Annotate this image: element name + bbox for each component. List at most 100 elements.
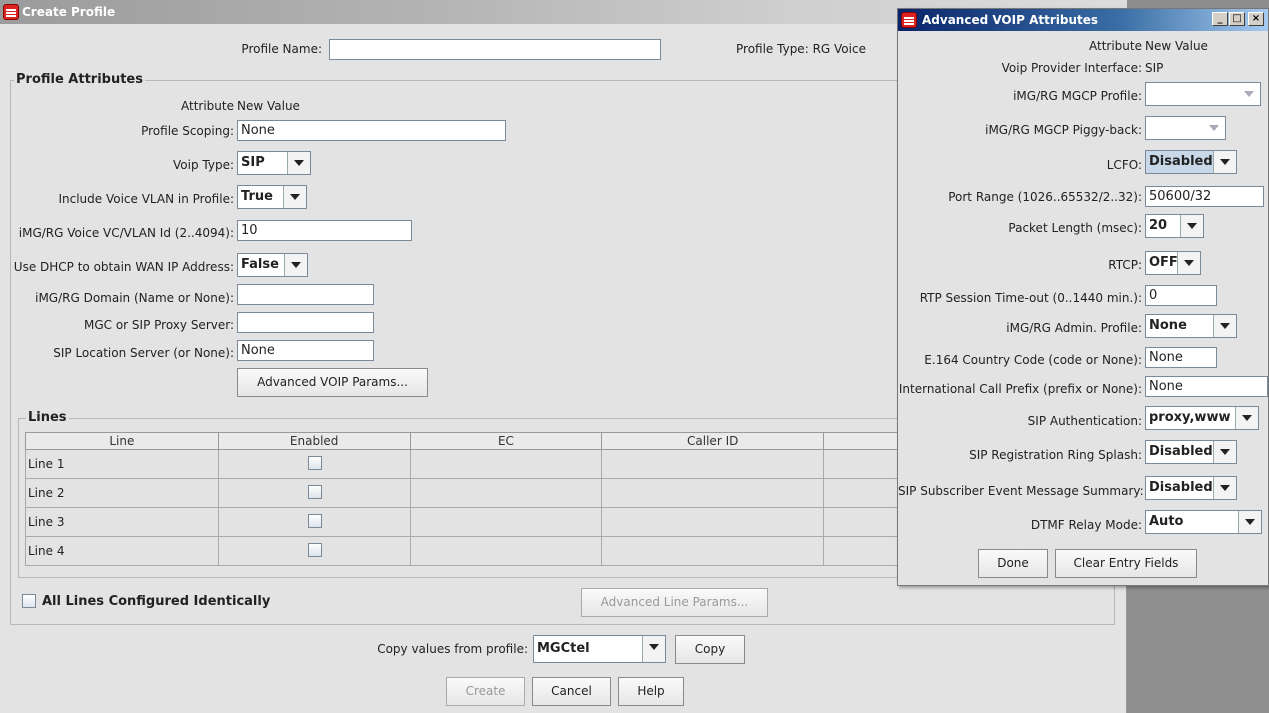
create-button[interactable]: Create [446,677,525,706]
window-title: Create Profile [22,5,116,19]
mgcp-profile-select[interactable] [1145,82,1261,106]
line-caller-id-cell[interactable] [601,449,825,479]
admin-profile-label: iMG/RG Admin. Profile: [1006,321,1142,335]
column-header-enabled[interactable]: Enabled [217,432,411,450]
copy-profile-select[interactable]: MGCtel [533,635,666,663]
line-caller-id-cell[interactable] [601,536,825,566]
country-code-label: E.164 Country Code (code or None): [924,353,1142,367]
chevron-down-icon[interactable] [1180,215,1203,237]
intl-prefix-label: International Call Prefix (prefix or Non… [898,382,1142,396]
event-summary-select[interactable]: Disabled [1145,476,1237,500]
dtmf-select[interactable]: Auto [1145,510,1262,534]
line-name: Line 1 [25,449,219,479]
event-summary-label: SIP Subscriber Event Message Summary: [898,484,1144,498]
table-row[interactable]: Line 1 [25,449,905,479]
line-extra-cell[interactable] [823,478,905,508]
adv-header-new-value: New Value [1145,39,1208,53]
chevron-down-icon[interactable] [1237,83,1260,105]
vc-vlan-id-input[interactable]: 10 [237,220,412,241]
sip-auth-label: SIP Authentication: [1027,414,1142,428]
voice-vlan-label: Include Voice VLAN in Profile: [58,192,234,206]
line-extra-cell[interactable] [823,449,905,479]
chevron-down-icon[interactable] [1213,441,1236,463]
table-row[interactable]: Line 3 [25,507,905,537]
line-enabled-checkbox[interactable] [308,455,323,470]
table-row[interactable]: Line 2 [25,478,905,508]
line-enabled-checkbox[interactable] [308,484,323,499]
packet-length-select[interactable]: 20 [1145,214,1204,238]
ring-splash-select[interactable]: Disabled [1145,440,1237,464]
chevron-down-icon[interactable] [1235,407,1258,429]
voip-type-label: Voip Type: [173,158,234,172]
line-ec-cell[interactable] [409,449,603,479]
chevron-down-icon[interactable] [1213,151,1236,173]
profile-name-input[interactable] [329,39,661,60]
advanced-voip-params-button[interactable]: Advanced VOIP Params... [237,368,428,397]
line-enabled-checkbox[interactable] [308,542,323,557]
chevron-down-icon[interactable] [1238,511,1261,533]
copy-button[interactable]: Copy [675,635,745,664]
line-caller-id-cell[interactable] [601,478,825,508]
line-ec-cell[interactable] [409,478,603,508]
line-extra-cell[interactable] [823,507,905,537]
voice-vlan-select[interactable]: True [237,185,307,209]
mgc-proxy-input[interactable] [237,312,374,333]
line-caller-id-cell[interactable] [601,507,825,537]
chevron-down-icon[interactable] [1177,252,1200,274]
maximize-icon[interactable]: □ [1229,12,1245,26]
chevron-down-icon[interactable] [287,152,310,174]
advanced-line-params-button[interactable]: Advanced Line Params... [581,588,768,617]
lcfo-label: LCFO: [1106,158,1142,172]
chevron-down-icon[interactable] [642,636,665,662]
table-row[interactable]: Line 4 [25,536,905,566]
column-header-line[interactable]: Line [25,432,219,450]
column-header-caller-id[interactable]: Caller ID [601,432,825,450]
line-name: Line 4 [25,536,219,566]
ring-splash-label: SIP Registration Ring Splash: [969,448,1142,462]
chevron-down-icon[interactable] [1202,117,1225,139]
sip-location-label: SIP Location Server (or None): [53,346,234,360]
chevron-down-icon[interactable] [1213,477,1236,499]
advanced-voip-attributes-dialog: Advanced VOIP Attributes _ □ × Attribute… [897,8,1269,586]
chevron-down-icon[interactable] [283,186,306,208]
app-icon [3,4,19,20]
sip-location-input[interactable]: None [237,340,374,361]
close-icon[interactable]: × [1248,12,1264,26]
domain-input[interactable] [237,284,374,305]
app-icon [901,12,917,28]
mgcp-piggyback-select[interactable] [1145,116,1226,140]
rtcp-select[interactable]: OFF [1145,251,1201,275]
profile-scoping-input[interactable]: None [237,120,506,141]
chevron-down-icon[interactable] [1213,315,1236,337]
clear-entry-fields-button[interactable]: Clear Entry Fields [1055,549,1197,578]
intl-prefix-input[interactable]: None [1145,376,1268,397]
mgcp-piggyback-label: iMG/RG MGCP Piggy-back: [985,123,1142,137]
line-extra-cell[interactable] [823,536,905,566]
rtp-timeout-input[interactable]: 0 [1145,285,1217,306]
voip-provider-value: SIP [1145,61,1164,75]
rtcp-label: RTCP: [1108,258,1142,272]
dhcp-select[interactable]: False [237,253,308,277]
lcfo-select[interactable]: Disabled [1145,150,1237,174]
cancel-button[interactable]: Cancel [532,677,611,706]
line-enabled-checkbox[interactable] [308,513,323,528]
header-new-value: New Value [237,99,300,113]
voip-type-select[interactable]: SIP [237,151,311,175]
chevron-down-icon[interactable] [284,254,307,276]
help-button[interactable]: Help [618,677,684,706]
country-code-input[interactable]: None [1145,347,1217,368]
column-header-ec[interactable]: EC [409,432,603,450]
line-ec-cell[interactable] [409,536,603,566]
packet-length-label: Packet Length (msec): [1008,221,1142,235]
minimize-icon[interactable]: _ [1212,12,1228,26]
all-lines-checkbox[interactable] [22,594,36,608]
profile-scoping-label: Profile Scoping: [141,124,234,138]
column-header-extra[interactable] [823,432,905,450]
admin-profile-select[interactable]: None [1145,314,1237,338]
mgc-proxy-label: MGC or SIP Proxy Server: [83,318,234,332]
lines-table: Line Enabled EC Caller ID Line 1 Line 2 … [25,432,905,566]
port-range-input[interactable]: 50600/32 [1145,186,1264,207]
line-ec-cell[interactable] [409,507,603,537]
done-button[interactable]: Done [978,549,1048,578]
sip-auth-select[interactable]: proxy,www [1145,406,1259,430]
